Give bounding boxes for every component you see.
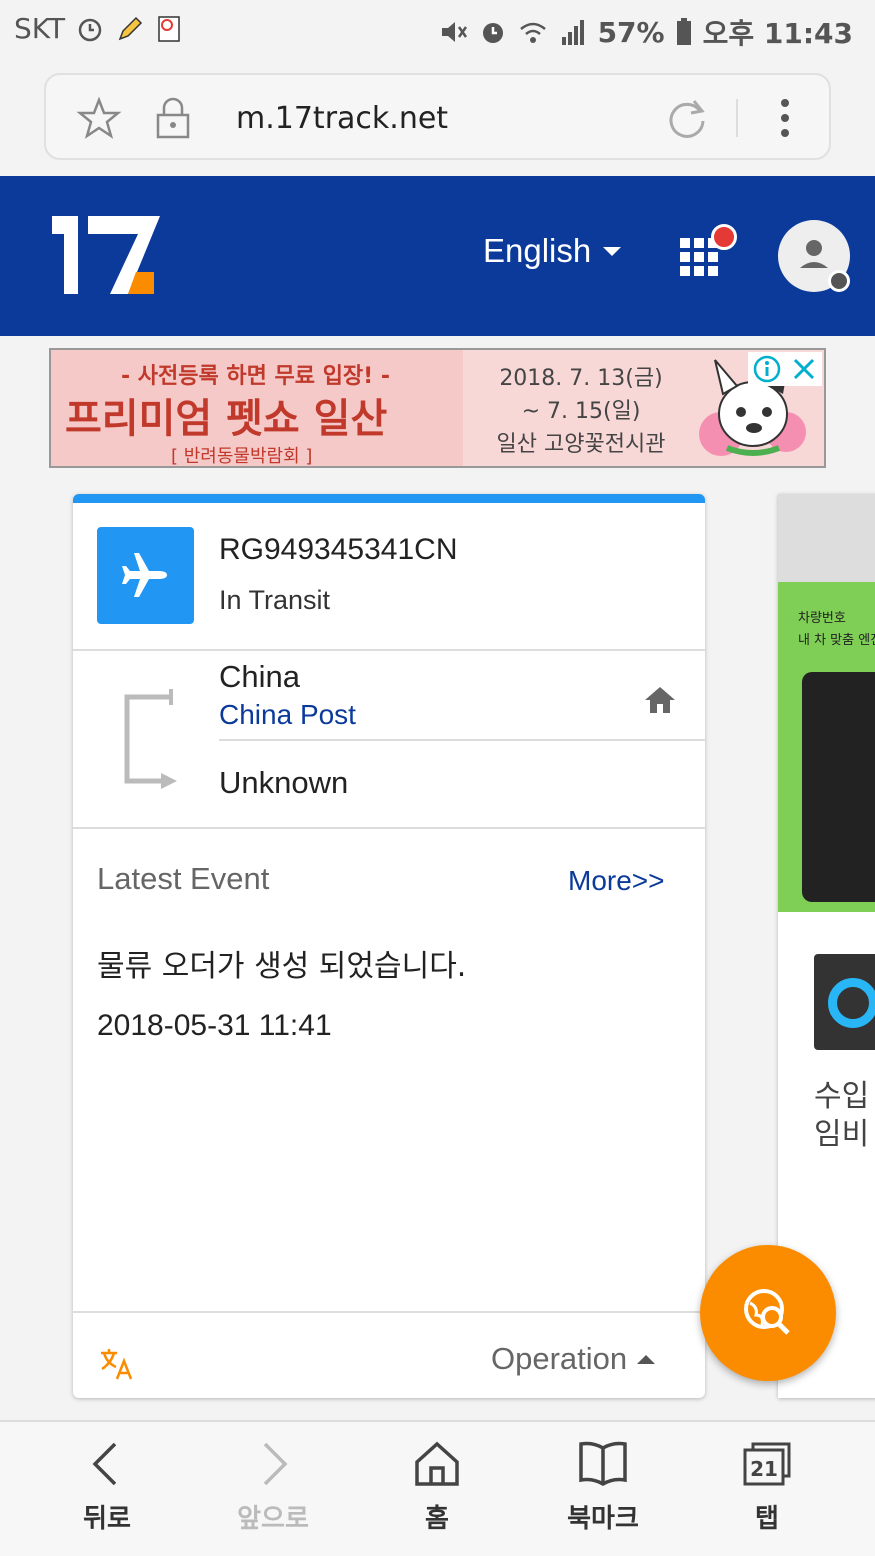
carrier-link[interactable]: China Post	[219, 699, 356, 731]
signal-icon	[561, 20, 584, 45]
clock: 오후 11:43	[702, 17, 853, 50]
back-arrow-icon	[92, 1442, 117, 1486]
ad-line2: 프리미엄 펫쇼 일산	[65, 396, 388, 442]
airplane-icon	[122, 553, 167, 597]
global-search-fab[interactable]	[700, 1245, 836, 1381]
wifi-icon	[519, 22, 546, 43]
more-link[interactable]: More>>	[568, 865, 665, 897]
tabs-icon: 21	[743, 1442, 791, 1486]
divider	[73, 827, 705, 829]
nav-forward-label: 앞으로	[237, 1504, 309, 1534]
notification-dot	[711, 224, 737, 250]
alarm-icon	[78, 18, 102, 41]
event-description: 물류 오더가 생성 되었습니다.	[97, 949, 467, 984]
tracking-number[interactable]: RG949345341CN	[219, 533, 458, 567]
tab-count: 21	[750, 1457, 778, 1481]
nav-back[interactable]: 뒤로	[52, 1440, 162, 1535]
battery-percent: 57%	[597, 15, 665, 49]
home-icon[interactable]	[643, 683, 677, 717]
browser-bottom-nav: 뒤로 앞으로 홈 북마크 21 탭	[0, 1420, 875, 1556]
more-vert-icon[interactable]	[762, 95, 808, 141]
status-bar: SKT 57% 오후 11:43	[0, 0, 875, 58]
nav-home-label: 홈	[425, 1504, 449, 1534]
operation-label: Operation	[491, 1341, 628, 1376]
note-icon	[158, 15, 180, 42]
side-text-line2: 임비	[814, 1117, 870, 1152]
status-dot	[828, 270, 850, 292]
origin-country: China	[219, 659, 300, 694]
ad-line3: [ 반려동물박람회 ]	[171, 446, 313, 467]
side-ad-line2: 내 차 맞춤 엔진	[798, 633, 875, 648]
language-selector[interactable]: English	[483, 232, 622, 270]
nav-home[interactable]: 홈	[382, 1440, 492, 1535]
star-icon[interactable]	[76, 95, 122, 141]
side-card-header	[778, 494, 875, 582]
ad-venue: 일산 고양꽃전시관	[496, 432, 666, 457]
ad-date2: ~ 7. 15(일)	[521, 399, 641, 424]
reload-icon[interactable]	[664, 95, 710, 141]
address-bar[interactable]: m.17track.net	[44, 73, 831, 160]
divider	[73, 1311, 705, 1313]
translate-icon[interactable]	[99, 1345, 135, 1381]
event-time: 2018-05-31 11:41	[97, 1009, 332, 1042]
transit-status-box	[97, 527, 194, 624]
tracking-card: RG949345341CN In Transit China China Pos…	[73, 494, 705, 1398]
adchoices[interactable]	[748, 352, 822, 386]
nav-forward[interactable]: 앞으로	[218, 1440, 328, 1535]
nav-tabs[interactable]: 21 탭	[712, 1440, 822, 1535]
route-icon	[124, 689, 177, 789]
separator	[736, 99, 738, 137]
carrier-label: SKT	[14, 12, 66, 45]
status-left: SKT	[14, 12, 185, 45]
caret-up-icon	[637, 1354, 656, 1364]
home-icon	[415, 1441, 459, 1486]
side-ad-text: 차량번호 내 차 맞춤 엔진	[798, 608, 875, 652]
divider	[73, 649, 705, 651]
17track-logo[interactable]	[48, 214, 163, 296]
close-icon[interactable]	[791, 356, 817, 382]
ad-banner[interactable]: - 사전등록 하면 무료 입장! - 프리미엄 펫쇼 일산 [ 반려동물박람회 …	[49, 348, 826, 468]
alarm-status-icon	[482, 23, 503, 43]
side-ad-line1: 차량번호	[798, 611, 846, 626]
caret-down-icon	[603, 246, 622, 256]
nav-back-label: 뒤로	[83, 1504, 131, 1534]
lock-icon	[156, 97, 190, 139]
divider	[219, 739, 705, 741]
shipment-status: In Transit	[219, 585, 331, 615]
forward-arrow-icon	[263, 1442, 288, 1486]
phone-illustration	[802, 672, 875, 902]
book-icon	[579, 1441, 627, 1487]
side-text-line1: 수입	[814, 1079, 870, 1114]
nav-tabs-label: 탭	[755, 1504, 779, 1534]
pencil-icon	[118, 16, 143, 40]
globe-search-icon	[744, 1289, 790, 1335]
language-label: English	[483, 232, 592, 269]
ad-left-panel: - 사전등록 하면 무료 입장! - 프리미엄 펫쇼 일산 [ 반려동물박람회 …	[51, 350, 463, 466]
ad-date1: 2018. 7. 13(금)	[499, 366, 663, 391]
operation-toggle[interactable]: Operation	[491, 1341, 656, 1377]
site-header: English	[0, 176, 875, 336]
mute-icon	[441, 22, 467, 42]
side-ad[interactable]: 차량번호 내 차 맞춤 엔진	[778, 582, 875, 912]
app-logo	[814, 954, 875, 1050]
battery-icon	[676, 18, 691, 45]
latest-event-label: Latest Event	[97, 861, 270, 896]
nav-bookmarks-label: 북마크	[567, 1504, 639, 1534]
ad-dates: 2018. 7. 13(금) ~ 7. 15(일) 일산 고양꽃전시관	[471, 362, 691, 461]
info-icon[interactable]	[753, 355, 781, 383]
status-right: 57% 오후 11:43	[438, 12, 853, 52]
url-text[interactable]: m.17track.net	[236, 101, 448, 136]
nav-bookmarks[interactable]: 북마크	[548, 1440, 658, 1535]
destination-country: Unknown	[219, 765, 349, 800]
side-card-text: 수입 임비	[814, 1078, 869, 1154]
